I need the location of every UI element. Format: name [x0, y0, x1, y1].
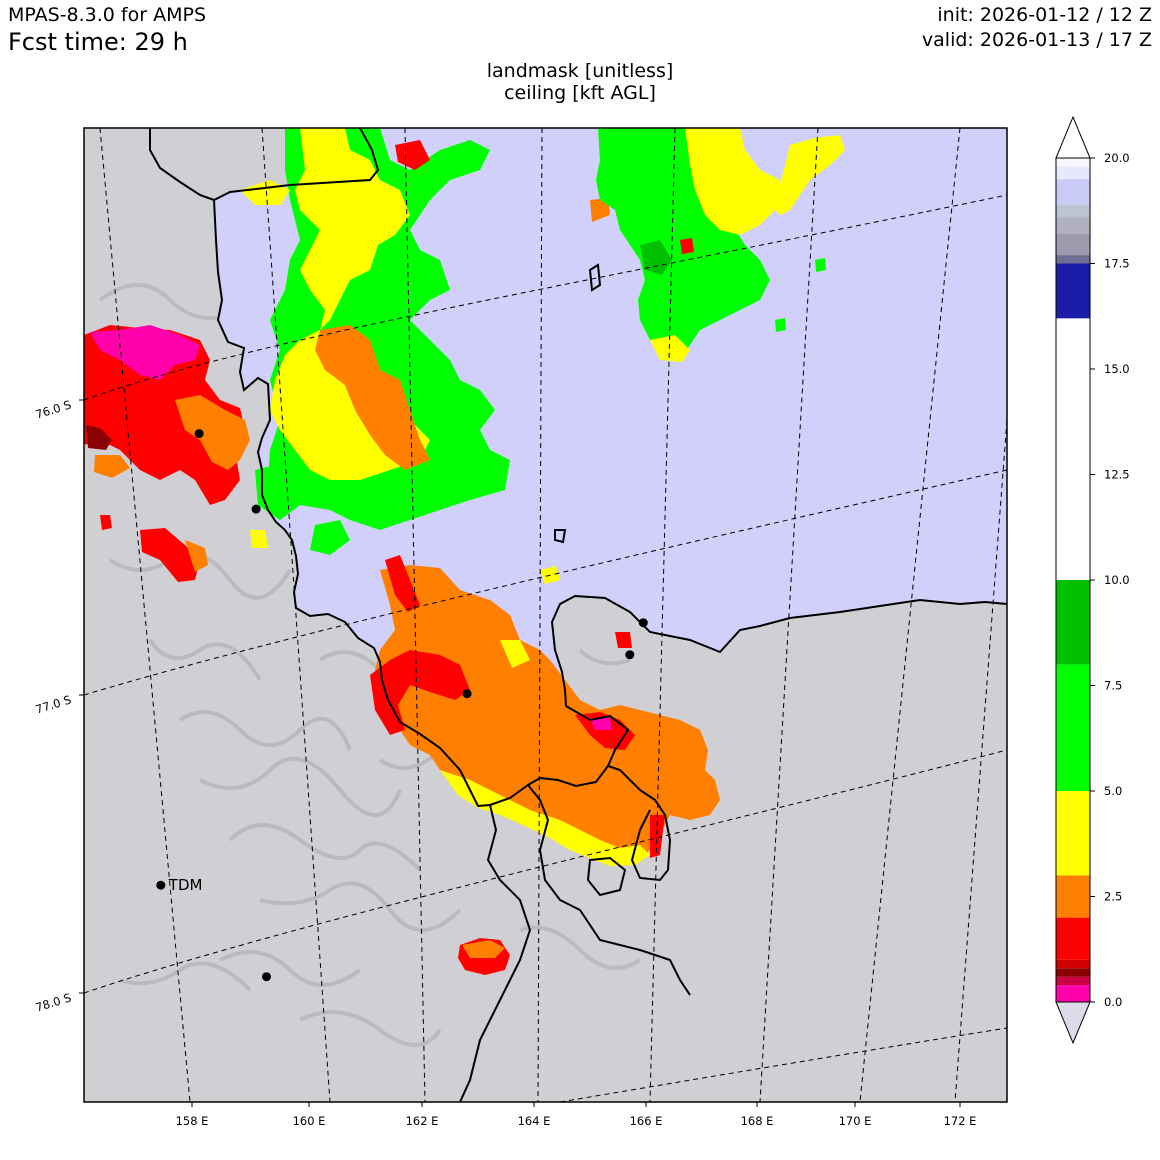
colorbar-tick-label: 15.0 [1104, 362, 1130, 376]
station-marker[interactable] [262, 972, 271, 982]
colorbar-segment [1056, 875, 1090, 918]
colorbar-tick-label: 2.5 [1104, 890, 1122, 904]
colorbar-ticks: 0.0 2.5 5.0 7.5 10.0 12.5 15.0 17.5 20.0 [1090, 151, 1130, 1009]
lat-tick-labels: 76.0 S 77.0 S 78.0 S [34, 397, 84, 1015]
colorbar-segment [1056, 217, 1090, 234]
colorbar-segments [1056, 158, 1090, 1002]
colorbar: 0.0 2.5 5.0 7.5 10.0 12.5 15.0 17.5 20.0 [1055, 115, 1130, 1045]
colorbar-segment [1056, 959, 1090, 969]
lat-label-77s: 77.0 S [34, 692, 73, 716]
colorbar-segment [1056, 204, 1090, 218]
lon-label-166e: 166 E [630, 1114, 663, 1128]
lon-label-172e: 172 E [944, 1114, 977, 1128]
station-marker[interactable] [251, 504, 261, 514]
colorbar-segment [1056, 968, 1090, 977]
colorbar-segment [1056, 917, 1090, 960]
colorbar-tick-label: 10.0 [1104, 573, 1130, 587]
map-panel[interactable]: TDM [84, 128, 1007, 1102]
colorbar-tick-label: 0.0 [1104, 995, 1122, 1009]
colorbar-segment [1056, 263, 1090, 319]
colorbar-tick-label: 5.0 [1104, 784, 1122, 798]
lon-tick-labels: 158 E 160 E 162 E 164 E 166 E 168 E 170 … [176, 1102, 977, 1128]
colorbar-tick-label: 7.5 [1104, 679, 1122, 693]
colorbar-segment [1056, 664, 1090, 791]
colorbar-segment [1056, 158, 1090, 167]
colorbar-segment [1056, 976, 1090, 986]
colorbar-tick-label: 20.0 [1104, 151, 1130, 165]
colorbar-segment [1056, 233, 1090, 256]
station-marker[interactable] [638, 618, 648, 628]
station-label: TDM [168, 876, 203, 894]
colorbar-under-extension [1055, 1001, 1091, 1045]
colorbar-segment [1056, 166, 1090, 180]
colorbar-tick-label: 17.5 [1104, 257, 1130, 271]
station-marker[interactable] [194, 429, 204, 439]
figure-canvas: TDM 158 E 160 E 162 E 164 E 166 E 168 E … [34, 115, 1130, 1128]
lon-label-158e: 158 E [176, 1114, 209, 1128]
lon-label-168e: 168 E [741, 1114, 774, 1128]
station-marker[interactable] [625, 650, 635, 660]
colorbar-segment [1056, 791, 1090, 876]
colorbar-over-extension [1055, 115, 1091, 159]
colorbar-tick-label: 12.5 [1104, 468, 1130, 482]
colorbar-segment [1056, 580, 1090, 665]
lon-label-162e: 162 E [406, 1114, 439, 1128]
station-marker[interactable] [462, 689, 472, 699]
lon-label-160e: 160 E [293, 1114, 326, 1128]
lat-label-78s: 78.0 S [34, 990, 73, 1014]
colorbar-segment [1056, 179, 1090, 205]
colorbar-segment [1056, 985, 1090, 1002]
station-marker[interactable] [156, 880, 166, 890]
lon-label-164e: 164 E [518, 1114, 551, 1128]
lat-label-76s: 76.0 S [34, 397, 73, 421]
colorbar-segment [1056, 255, 1090, 264]
lon-label-170e: 170 E [839, 1114, 872, 1128]
colorbar-segment [1056, 318, 1090, 580]
